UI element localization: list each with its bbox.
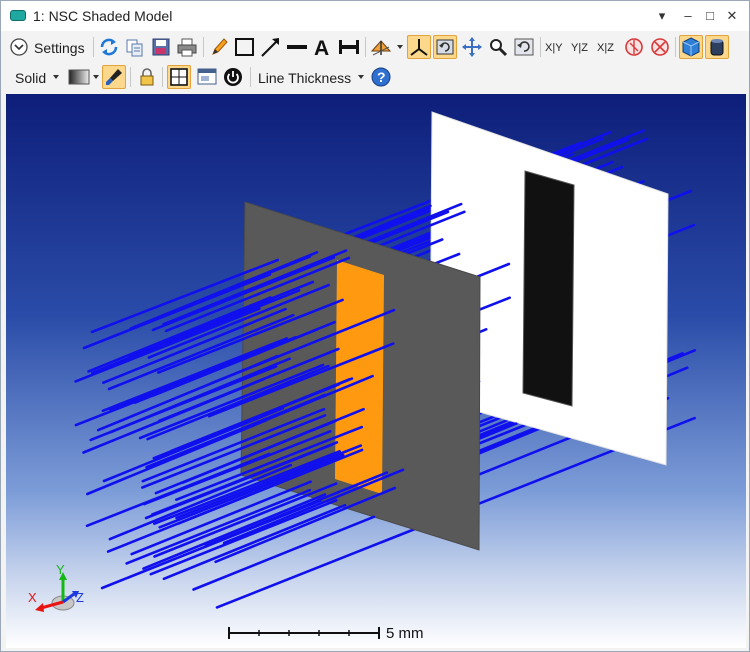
toolbar-divider: [93, 37, 94, 57]
view-xy-button[interactable]: X|Y: [545, 42, 563, 54]
toolbar-divider: [250, 67, 251, 87]
minimize-button[interactable]: –: [677, 6, 699, 26]
axis-z-label: Z: [76, 590, 84, 605]
pencil-annotate-icon[interactable]: [207, 35, 231, 59]
layout-window-icon[interactable]: [195, 65, 219, 89]
power-reset-icon[interactable]: [221, 65, 245, 89]
line-thickness-dropdown-caret[interactable]: [358, 75, 364, 79]
ray-segment: [192, 515, 376, 591]
axis-triad: Y X Z: [28, 562, 84, 612]
undo-view-icon[interactable]: [512, 35, 536, 59]
toolbar-divider: [365, 37, 366, 57]
window-icon: [10, 10, 26, 21]
refresh-icon[interactable]: [97, 35, 121, 59]
color-dropdown-caret[interactable]: [93, 75, 99, 79]
nsc-shaded-model-window: 1: NSC Shaded Model ▾ – □ ✕ Settings A X…: [0, 0, 750, 652]
scale-bar-label: 5 mm: [386, 625, 424, 642]
axis-x-label: X: [28, 590, 37, 605]
ray-segment: [74, 351, 262, 427]
detector-active-area: [522, 170, 575, 407]
close-button[interactable]: ✕: [721, 6, 743, 26]
cylinder-icon[interactable]: [705, 35, 729, 59]
toolbar-primary: Settings A X|Y Y|Z X|Z: [1, 32, 749, 62]
toolbar-divider: [162, 67, 163, 87]
axis-y-label: Y: [56, 562, 65, 577]
axes-toggle-icon[interactable]: [407, 35, 431, 59]
lock-icon[interactable]: [135, 65, 159, 89]
solid-cube-icon[interactable]: [679, 35, 703, 59]
svg-text:?: ?: [377, 69, 386, 85]
brush-icon[interactable]: [102, 65, 126, 89]
dimension-tool-icon[interactable]: [337, 35, 361, 59]
line-thickness-menu[interactable]: Line Thickness: [258, 70, 351, 86]
window-menu-button[interactable]: ▾: [651, 6, 673, 26]
render-mode-select[interactable]: Solid: [15, 70, 46, 86]
view-rotate-dropdown-caret[interactable]: [397, 45, 403, 49]
zoom-icon[interactable]: [486, 35, 510, 59]
settings-toggle-icon[interactable]: [8, 35, 32, 59]
pan-move-icon[interactable]: [460, 35, 484, 59]
copy-icon[interactable]: [123, 35, 147, 59]
color-gradient-icon[interactable]: [67, 65, 91, 89]
toolbar-divider: [540, 37, 541, 57]
render-mode-dropdown-caret[interactable]: [53, 75, 59, 79]
ray-segment: [74, 307, 261, 383]
text-tool-icon[interactable]: A: [311, 35, 335, 59]
view-rotate-icon[interactable]: [369, 35, 393, 59]
toolbar-divider: [130, 67, 131, 87]
toolbar-divider: [203, 37, 204, 57]
3d-viewport[interactable]: Y X Z 5 mm: [6, 94, 746, 648]
reset-view-icon[interactable]: [433, 35, 457, 59]
line-tool-icon[interactable]: [285, 35, 309, 59]
toolbar-secondary: Solid Line Thickness ?: [1, 62, 749, 92]
rectangle-tool-icon[interactable]: [233, 35, 257, 59]
ray-segment: [100, 512, 289, 590]
settings-button[interactable]: Settings: [34, 40, 85, 56]
fit-view-icon[interactable]: [167, 65, 191, 89]
arrow-tool-icon[interactable]: [259, 35, 283, 59]
ghost-mode-icon[interactable]: [622, 35, 646, 59]
scale-bar: [228, 627, 380, 639]
shaded-model-scene: Y X Z: [28, 111, 697, 639]
save-image-icon[interactable]: [149, 35, 173, 59]
view-yz-button[interactable]: Y|Z: [571, 42, 588, 54]
print-icon[interactable]: [175, 35, 199, 59]
ray-segment: [82, 377, 266, 454]
hide-all-icon[interactable]: [648, 35, 672, 59]
title-bar: 1: NSC Shaded Model ▾ – □ ✕: [1, 1, 749, 31]
toolbar-divider: [675, 37, 676, 57]
maximize-button[interactable]: □: [699, 6, 721, 26]
ray-segment: [142, 493, 327, 570]
help-icon[interactable]: ?: [369, 65, 393, 89]
view-xz-button[interactable]: X|Z: [597, 42, 614, 54]
window-title: 1: NSC Shaded Model: [33, 8, 173, 24]
svg-text:A: A: [314, 37, 329, 59]
